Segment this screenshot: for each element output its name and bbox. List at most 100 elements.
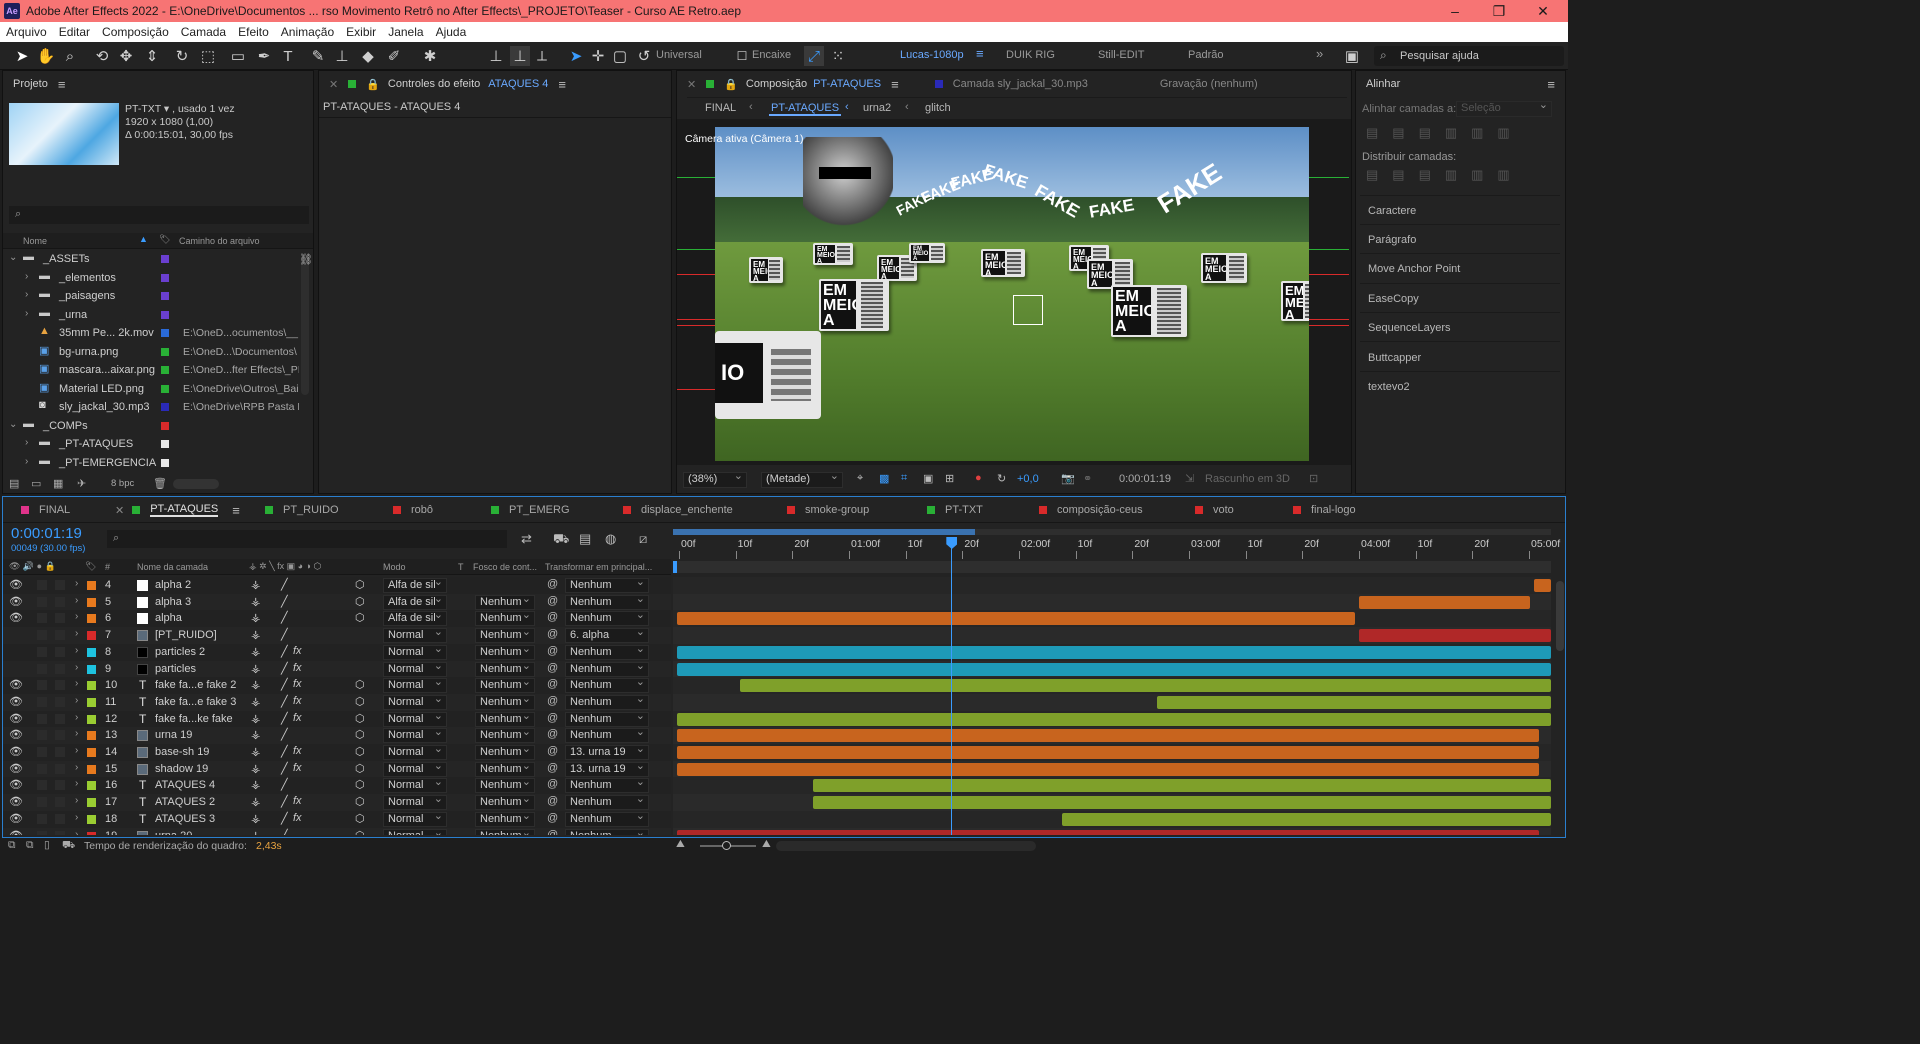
layer-row[interactable]: 👁 › 5 alpha 3 ⚶ ╱ ⬡ Alfa de sil Nenhum @ Nenhum: [3, 593, 671, 611]
comp-mini-flowchart-icon[interactable]: ⇄: [521, 531, 532, 547]
pick-whip-icon[interactable]: @: [547, 578, 558, 590]
shy-switch-icon[interactable]: ⚶: [251, 728, 260, 741]
composition-menu-icon[interactable]: ≡: [891, 77, 899, 92]
menu-efeito[interactable]: Efeito: [238, 25, 269, 39]
eye-icon[interactable]: 👁: [9, 712, 23, 725]
layer-duration-bar[interactable]: [1157, 695, 1551, 709]
pick-whip-icon[interactable]: @: [547, 645, 558, 657]
layer-duration-bar[interactable]: [813, 796, 1551, 810]
frame-blending-icon[interactable]: ◍: [605, 531, 616, 547]
disclosure-triangle-icon[interactable]: ⌄: [9, 252, 17, 263]
shy-switch-icon[interactable]: ⚶: [251, 712, 260, 725]
blend-mode-dropdown[interactable]: Alfa de sil: [383, 577, 447, 593]
solo-switch[interactable]: [37, 763, 47, 774]
layer-label-swatch[interactable]: [87, 581, 96, 590]
pick-whip-icon[interactable]: @: [547, 829, 558, 836]
hand-tool-icon[interactable]: ✋: [36, 46, 56, 66]
solo-switch[interactable]: [37, 813, 47, 824]
quality-switch-icon[interactable]: ╱: [281, 812, 288, 825]
menu-exibir[interactable]: Exibir: [346, 25, 376, 39]
parent-dropdown[interactable]: Nenhum: [565, 643, 649, 660]
draft-3d-toggle-icon[interactable]: ⛟: [553, 531, 569, 549]
layer-name[interactable]: fake fa...e fake 2: [155, 679, 236, 691]
3d-layer-icon[interactable]: ⬡: [355, 611, 365, 624]
layer-label-swatch[interactable]: [87, 597, 96, 607]
menu-camada[interactable]: Camada: [181, 25, 226, 39]
track-matte-dropdown[interactable]: Nenhum: [475, 676, 535, 694]
quality-switch-icon[interactable]: ╱: [281, 628, 288, 641]
parent-dropdown[interactable]: 6. alpha: [565, 626, 649, 644]
3d-rotate-icon[interactable]: ↺: [634, 46, 654, 66]
quality-switch-icon[interactable]: ╱: [281, 678, 288, 691]
universal-label[interactable]: Universal: [656, 49, 702, 61]
breadcrumb-final[interactable]: FINAL: [705, 102, 736, 114]
project-item[interactable]: ▣ bg-urna.png E:\OneD...\Documentos\: [3, 344, 299, 361]
new-folder-icon[interactable]: ▭: [31, 477, 41, 490]
menu-editar[interactable]: Editar: [59, 25, 90, 39]
reset-exposure-icon[interactable]: ↻: [997, 472, 1006, 485]
layer-duration-bar[interactable]: [1533, 579, 1551, 592]
blend-mode-dropdown[interactable]: Normal: [383, 643, 447, 660]
layer-expand-icon[interactable]: ›: [75, 728, 78, 739]
fast-previews-icon[interactable]: ⌖: [857, 472, 863, 485]
label-color-swatch[interactable]: [161, 310, 169, 319]
track-matte-dropdown[interactable]: Nenhum: [475, 810, 535, 827]
3d-selection-icon[interactable]: ➤: [566, 46, 586, 66]
shy-switch-icon[interactable]: ⚶: [251, 595, 260, 608]
parent-dropdown[interactable]: Nenhum: [565, 593, 649, 610]
track-matte-dropdown[interactable]: Nenhum: [475, 660, 535, 677]
solo-switch[interactable]: [37, 797, 47, 808]
layer-row[interactable]: 👁 › 19 urna 20 ⚶ ╱ ⬡ Normal Nenhum @ Nenhum: [3, 827, 671, 836]
fx-switch-icon[interactable]: fx: [293, 645, 302, 657]
parent-dropdown[interactable]: Nenhum: [565, 676, 649, 694]
graph-editor-icon[interactable]: ⧄: [639, 531, 647, 547]
layer-label-swatch[interactable]: [87, 664, 96, 674]
panel-easecopy[interactable]: EaseCopy: [1368, 293, 1419, 305]
pick-whip-icon[interactable]: @: [547, 712, 558, 724]
disclosure-triangle-icon[interactable]: ›: [25, 271, 28, 282]
close-icon[interactable]: ✕: [1528, 0, 1558, 22]
eye-icon[interactable]: 👁: [9, 829, 23, 836]
layer-expand-icon[interactable]: ›: [75, 762, 78, 773]
align-panel-title[interactable]: Alinhar: [1366, 78, 1400, 90]
project-item[interactable]: › ▬ _urna: [3, 307, 299, 324]
timeline-tab[interactable]: voto: [1195, 499, 1234, 521]
lock-switch[interactable]: [55, 696, 65, 707]
parent-dropdown[interactable]: Nenhum: [565, 793, 649, 811]
panel-caractere[interactable]: Caractere: [1368, 205, 1416, 217]
quality-switch-icon[interactable]: ╱: [281, 595, 288, 608]
comp-timecode[interactable]: 0:00:01:19: [1119, 473, 1171, 485]
align-to-dropdown[interactable]: Seleção: [1456, 99, 1552, 117]
col-number[interactable]: #: [105, 562, 110, 572]
3d-layer-icon[interactable]: ⬡: [355, 595, 365, 608]
fx-switch-icon[interactable]: fx: [293, 662, 302, 674]
3d-layer-icon[interactable]: ⬡: [355, 695, 365, 708]
3d-layer-icon[interactable]: ⬡: [355, 812, 365, 825]
more-workspaces-icon[interactable]: »: [1316, 46, 1323, 61]
blend-mode-dropdown[interactable]: Normal: [383, 676, 447, 694]
shy-switch-icon[interactable]: ⚶: [251, 645, 260, 658]
3d-layer-icon[interactable]: ⬡: [355, 678, 365, 691]
breadcrumb-urna2[interactable]: urna2: [863, 102, 891, 114]
layer-row[interactable]: › 9 particles ⚶ ╱ fx Normal Nenhum @ Nenhum: [3, 660, 671, 678]
parent-dropdown[interactable]: Nenhum: [565, 693, 649, 710]
eye-icon[interactable]: 👁: [9, 812, 23, 825]
solo-switch[interactable]: [37, 830, 47, 835]
panel-paragrafo[interactable]: Parágrafo: [1368, 234, 1416, 246]
timeline-tab[interactable]: FINAL: [21, 499, 70, 521]
effect-controls-layer[interactable]: ATAQUES 4: [488, 78, 548, 90]
timeline-tab[interactable]: displace_enchente: [623, 499, 733, 521]
3d-layer-icon[interactable]: ⬡: [355, 578, 365, 591]
layer-row[interactable]: 👁 › 11 Tfake fa...e fake 3 ⚶ ╱ fx ⬡ Normal Nenhum…: [3, 693, 671, 711]
quality-switch-icon[interactable]: ╱: [281, 645, 288, 658]
quality-switch-icon[interactable]: ╱: [281, 662, 288, 675]
track-matte-dropdown[interactable]: Nenhum: [475, 693, 535, 710]
parent-dropdown[interactable]: Nenhum: [565, 609, 649, 627]
magnification-dropdown[interactable]: (38%): [683, 470, 747, 488]
fx-switch-icon[interactable]: fx: [293, 795, 302, 807]
shy-switch-icon[interactable]: ⚶: [251, 628, 260, 641]
project-item[interactable]: › ▬ _elementos: [3, 270, 299, 287]
eraser-tool-icon[interactable]: ◆: [358, 46, 378, 66]
menu-composicao[interactable]: Composição: [102, 25, 169, 39]
shy-switch-icon[interactable]: ⚶: [251, 795, 260, 808]
